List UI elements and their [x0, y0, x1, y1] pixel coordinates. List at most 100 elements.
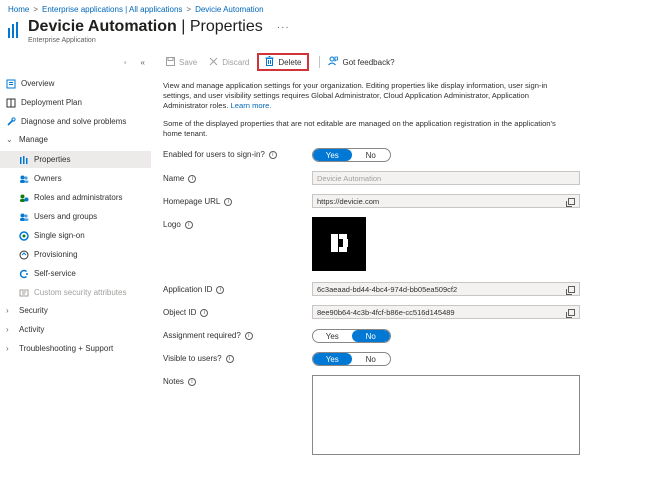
toggle-yes[interactable]: Yes — [313, 330, 352, 342]
copy-icon[interactable] — [566, 309, 575, 318]
logo-label: Logo i — [163, 220, 193, 229]
name-value: Devicie Automation — [317, 173, 382, 183]
properties-bars-icon — [8, 22, 20, 38]
toggle-yes[interactable]: Yes — [313, 149, 352, 161]
page-title: Devicie Automation | Properties — [28, 18, 263, 36]
sidebar-item-custom-security: Custom security attributes — [0, 284, 151, 301]
delete-label: Delete — [278, 57, 302, 67]
provisioning-icon — [19, 250, 29, 260]
sidebar-section-activity[interactable]: › Activity — [0, 321, 151, 338]
sidebar-item-label: Provisioning — [34, 250, 78, 259]
feedback-button[interactable]: Got feedback? — [322, 53, 400, 71]
info-icon[interactable]: i — [225, 354, 234, 363]
sso-icon — [19, 230, 29, 241]
learn-more-link[interactable]: Learn more. — [231, 101, 272, 110]
close-icon — [209, 57, 218, 68]
sidebar-item-label: Properties — [34, 155, 71, 164]
object-id-field[interactable]: 8ee90b64-4c3b-4fcf-b86e-cc516d145489 — [312, 305, 580, 319]
toggle-no[interactable]: No — [352, 353, 391, 365]
toggle-no[interactable]: No — [351, 330, 390, 342]
description-text: View and manage application settings for… — [163, 81, 548, 110]
object-id-value: 8ee90b64-4c3b-4fcf-b86e-cc516d145489 — [317, 307, 455, 317]
collapse-sidebar-icon[interactable]: « — [141, 58, 145, 67]
sidebar-item-label: Owners — [34, 174, 62, 183]
breadcrumb-enterprise-apps[interactable]: Enterprise applications | All applicatio… — [42, 5, 182, 14]
info-icon[interactable]: i — [188, 174, 197, 183]
app-id-label: Application ID i — [163, 285, 225, 294]
page-description: View and manage application settings for… — [163, 81, 573, 111]
page-title-app: Devicie Automation — [28, 18, 177, 35]
sidebar-item-label: Security — [19, 306, 48, 315]
search-icon[interactable]: ◦ — [124, 58, 127, 67]
visible-label-text: Visible to users? — [163, 354, 222, 363]
sidebar-item-properties[interactable]: Properties — [0, 151, 151, 168]
homepage-value: https://devicie.com — [317, 196, 380, 206]
delete-button[interactable]: Delete — [257, 53, 310, 71]
book-icon — [6, 98, 16, 108]
chevron-right-icon: › — [6, 344, 9, 353]
more-options-icon[interactable]: ··· — [277, 22, 290, 33]
page-header: Devicie Automation | Properties ··· Ente… — [8, 18, 290, 48]
save-label: Save — [179, 57, 198, 67]
breadcrumb-app[interactable]: Devicie Automation — [195, 5, 263, 14]
assignment-label: Assignment required? i — [163, 331, 253, 340]
toggle-no[interactable]: No — [352, 149, 391, 161]
app-id-value: 6c3aeaad-bd44-4bc4-974d-bb05ea509cf2 — [317, 284, 458, 294]
homepage-field[interactable]: https://devicie.com — [312, 194, 580, 208]
page-note: Some of the displayed properties that ar… — [163, 119, 556, 138]
sidebar-item-label: Overview — [21, 79, 55, 88]
roles-icon — [19, 193, 29, 203]
chevron-right-icon: › — [6, 325, 9, 334]
sidebar-item-label: Deployment Plan — [21, 98, 82, 107]
sidebar-item-sso[interactable]: Single sign-on — [0, 227, 151, 244]
app-logo[interactable] — [312, 217, 366, 271]
app-id-field[interactable]: 6c3aeaad-bd44-4bc4-974d-bb05ea509cf2 — [312, 282, 580, 296]
chevron-down-icon: ⌄ — [6, 135, 13, 144]
sidebar-item-diagnose[interactable]: Diagnose and solve problems — [0, 113, 151, 130]
sidebar-section-troubleshooting[interactable]: › Troubleshooting + Support — [0, 340, 151, 357]
copy-icon[interactable] — [566, 286, 575, 295]
copy-icon[interactable] — [566, 198, 575, 207]
command-bar: Save Discard Delete Got feedback? — [160, 52, 401, 72]
feedback-label: Got feedback? — [342, 57, 395, 67]
page-subtitle: Enterprise Application — [28, 37, 96, 44]
sidebar-section-manage[interactable]: ⌄ Manage — [0, 131, 151, 148]
sidebar-item-overview[interactable]: Overview — [0, 75, 151, 92]
info-icon[interactable]: i — [184, 220, 193, 229]
overview-icon — [6, 79, 16, 89]
users-icon — [19, 174, 29, 184]
sidebar-item-deployment-plan[interactable]: Deployment Plan — [0, 94, 151, 111]
sidebar-item-label: Diagnose and solve problems — [21, 117, 127, 126]
sidebar-item-owners[interactable]: Owners — [0, 170, 151, 187]
name-field[interactable]: Devicie Automation — [312, 171, 580, 185]
notes-textarea[interactable] — [312, 375, 580, 455]
sidebar-item-users-groups[interactable]: Users and groups — [0, 208, 151, 225]
sidebar-item-self-service[interactable]: Self-service — [0, 265, 151, 282]
self-service-icon — [19, 269, 29, 279]
enabled-toggle[interactable]: Yes No — [312, 148, 391, 162]
discard-label: Discard — [222, 57, 250, 67]
chevron-right-icon: › — [6, 306, 9, 315]
info-icon[interactable]: i — [268, 150, 277, 159]
sidebar-item-provisioning[interactable]: Provisioning — [0, 246, 151, 263]
discard-button[interactable]: Discard — [203, 53, 255, 71]
save-button[interactable]: Save — [160, 53, 203, 71]
info-icon[interactable]: i — [200, 308, 209, 317]
enabled-label: Enabled for users to sign-in? i — [163, 150, 277, 159]
info-icon[interactable]: i — [244, 331, 253, 340]
visible-toggle[interactable]: Yes No — [312, 352, 391, 366]
toggle-yes[interactable]: Yes — [313, 353, 352, 365]
app-id-label-text: Application ID — [163, 285, 213, 294]
assignment-toggle[interactable]: Yes No — [312, 329, 391, 343]
info-icon[interactable]: i — [216, 285, 225, 294]
info-icon[interactable]: i — [224, 197, 233, 206]
breadcrumb-separator: > — [186, 4, 192, 14]
sidebar-section-security[interactable]: › Security — [0, 302, 151, 319]
sidebar-item-label: Troubleshooting + Support — [19, 344, 114, 353]
sidebar-item-roles[interactable]: Roles and administrators — [0, 189, 151, 206]
notes-label-text: Notes — [163, 377, 184, 386]
custom-attributes-icon — [19, 288, 29, 298]
info-icon[interactable]: i — [187, 377, 196, 386]
sidebar-item-label: Users and groups — [34, 212, 98, 221]
breadcrumb-home[interactable]: Home — [8, 5, 29, 14]
